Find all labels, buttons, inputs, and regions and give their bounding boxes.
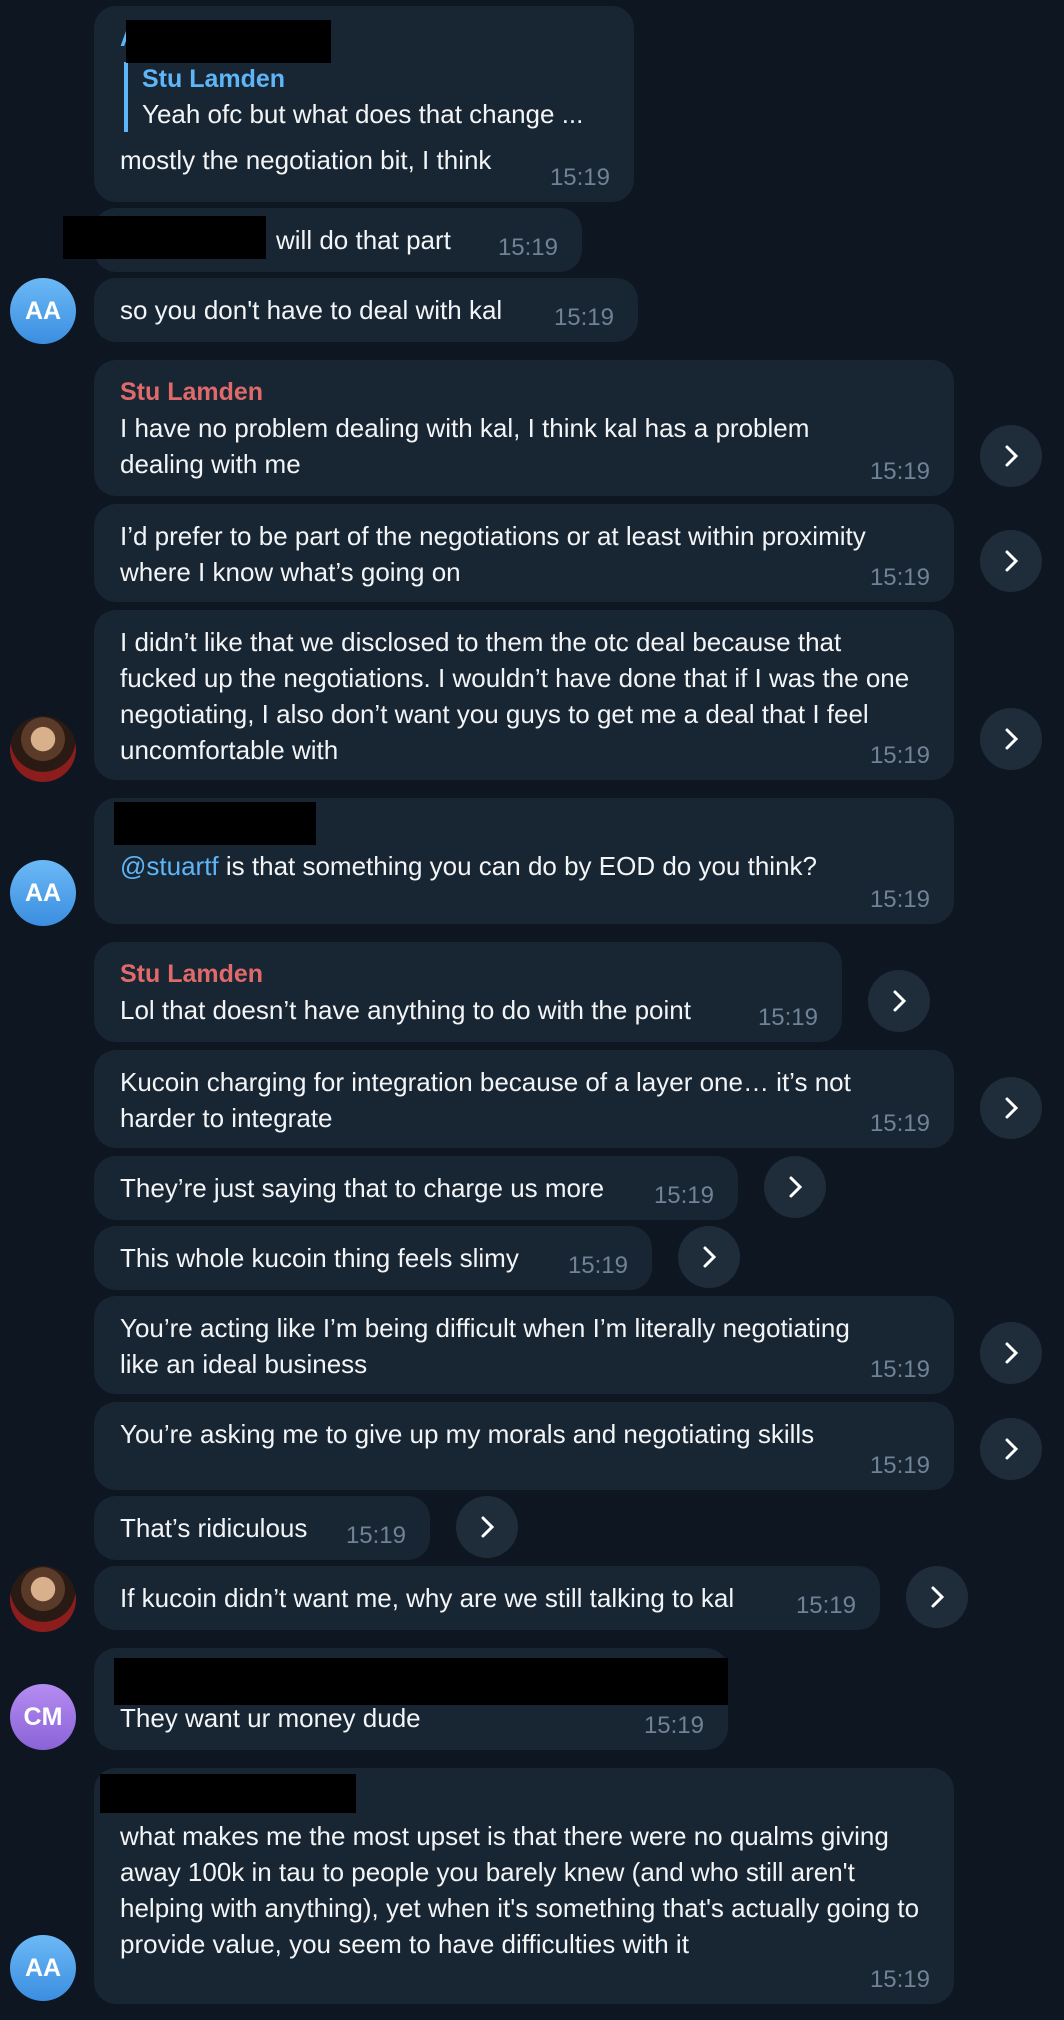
forward-button[interactable]: [906, 1566, 968, 1628]
forward-button[interactable]: [980, 1322, 1042, 1384]
message-text: Kucoin charging for integration because …: [120, 1067, 859, 1133]
message-time: 15:19: [757, 1004, 818, 1031]
message-text: so you don't have to deal with kal: [120, 295, 503, 325]
message-bubble[interactable]: I didn’t like that we disclosed to them …: [94, 610, 954, 780]
message-text: You’re acting like I’m being difficult w…: [120, 1313, 858, 1379]
message-time: 15:19: [497, 234, 558, 261]
sender-name: Stu Lamden: [120, 378, 264, 406]
message-text: You’re asking me to give up my morals an…: [120, 1419, 815, 1449]
message-time: 15:19: [553, 304, 614, 331]
message-time: 15:19: [795, 1592, 856, 1619]
reply-quote[interactable]: Stu Lamden Yeah ofc but what does that c…: [124, 62, 608, 132]
message-time: 15:19: [549, 164, 610, 191]
message-text: I didn’t like that we disclosed to them …: [120, 627, 917, 765]
message-text: They want ur money dude: [120, 1703, 421, 1733]
chevron-right-icon: [1005, 1342, 1019, 1364]
message-time: 15:19: [345, 1522, 406, 1549]
chevron-right-icon: [893, 990, 907, 1012]
message-bubble[interactable]: Kucoin charging for integration because …: [94, 1050, 954, 1148]
message-bubble[interactable]: I’d prefer to be part of the negotiation…: [94, 504, 954, 602]
message-bubble[interactable]: That’s ridiculous 15:19: [94, 1496, 430, 1560]
message-time: 15:19: [869, 1452, 930, 1479]
reply-text: Yeah ofc but what does that change ...: [142, 99, 584, 129]
forward-button[interactable]: [678, 1226, 740, 1288]
forward-button[interactable]: [980, 530, 1042, 592]
redaction-box: [126, 20, 331, 63]
mention-link[interactable]: @stuartf: [120, 851, 219, 881]
chevron-right-icon: [481, 1516, 495, 1538]
message-bubble[interactable]: so you don't have to deal with kal 15:19: [94, 278, 638, 342]
chevron-right-icon: [1005, 728, 1019, 750]
forward-button[interactable]: [980, 1418, 1042, 1480]
redaction-box: [63, 216, 266, 259]
message-text: @stuartf is that something you can do by…: [120, 848, 928, 884]
forward-button[interactable]: [980, 425, 1042, 487]
message-text-body: is that something you can do by EOD do y…: [218, 851, 817, 881]
message-text: I have no problem dealing with kal, I th…: [120, 413, 817, 479]
message-time: 15:19: [869, 886, 930, 913]
chevron-right-icon: [703, 1246, 717, 1268]
message-bubble[interactable]: Stu Lamden Lol that doesn’t have anythin…: [94, 942, 842, 1042]
message-text: mostly the negotiation bit, I think: [120, 145, 492, 175]
message-time: 15:19: [567, 1252, 628, 1279]
forward-button[interactable]: [980, 708, 1042, 770]
message-time: 15:19: [869, 458, 930, 485]
message-bubble[interactable]: They’re just saying that to charge us mo…: [94, 1156, 738, 1220]
message-time: 15:19: [869, 1966, 930, 1993]
redaction-box: [114, 1658, 728, 1705]
avatar-photo[interactable]: [10, 1566, 76, 1632]
message-time: 15:19: [653, 1182, 714, 1209]
forward-button[interactable]: [764, 1156, 826, 1218]
avatar[interactable]: AA: [10, 860, 76, 926]
avatar[interactable]: AA: [10, 278, 76, 344]
forward-button[interactable]: [980, 1077, 1042, 1139]
chevron-right-icon: [789, 1176, 803, 1198]
message-bubble[interactable]: This whole kucoin thing feels slimy 15:1…: [94, 1226, 652, 1290]
message-time: 15:19: [869, 1356, 930, 1383]
message-bubble[interactable]: Stu Lamden I have no problem dealing wit…: [94, 360, 954, 496]
message-time: 15:19: [643, 1712, 704, 1739]
message-text: This whole kucoin thing feels slimy: [120, 1243, 519, 1273]
forward-button[interactable]: [868, 970, 930, 1032]
message-time: 15:19: [869, 564, 930, 591]
message-text: If kucoin didn’t want me, why are we sti…: [120, 1583, 735, 1613]
message-text: I’d prefer to be part of the negotiation…: [120, 521, 873, 587]
avatar[interactable]: AA: [10, 1935, 76, 2001]
message-time: 15:19: [869, 742, 930, 769]
reply-sender-name: Stu Lamden: [142, 65, 286, 93]
message-bubble[interactable]: You’re asking me to give up my morals an…: [94, 1402, 954, 1490]
chevron-right-icon: [1005, 1097, 1019, 1119]
message-text: Lol that doesn’t have anything to do wit…: [120, 995, 691, 1025]
forward-button[interactable]: [456, 1496, 518, 1558]
chevron-right-icon: [1005, 445, 1019, 467]
avatar[interactable]: CM: [10, 1684, 76, 1750]
message-time: 15:19: [869, 1110, 930, 1137]
message-bubble[interactable]: You’re acting like I’m being difficult w…: [94, 1296, 954, 1394]
message-text: They’re just saying that to charge us mo…: [120, 1173, 605, 1203]
chevron-right-icon: [1005, 550, 1019, 572]
redaction-box: [114, 802, 316, 845]
chevron-right-icon: [931, 1586, 945, 1608]
chevron-right-icon: [1005, 1438, 1019, 1460]
sender-name: Stu Lamden: [120, 960, 264, 988]
message-bubble[interactable]: If kucoin didn’t want me, why are we sti…: [94, 1566, 880, 1630]
message-text: what makes me the most upset is that the…: [120, 1821, 927, 1959]
redaction-box: [100, 1774, 356, 1813]
avatar-photo[interactable]: [10, 716, 76, 782]
